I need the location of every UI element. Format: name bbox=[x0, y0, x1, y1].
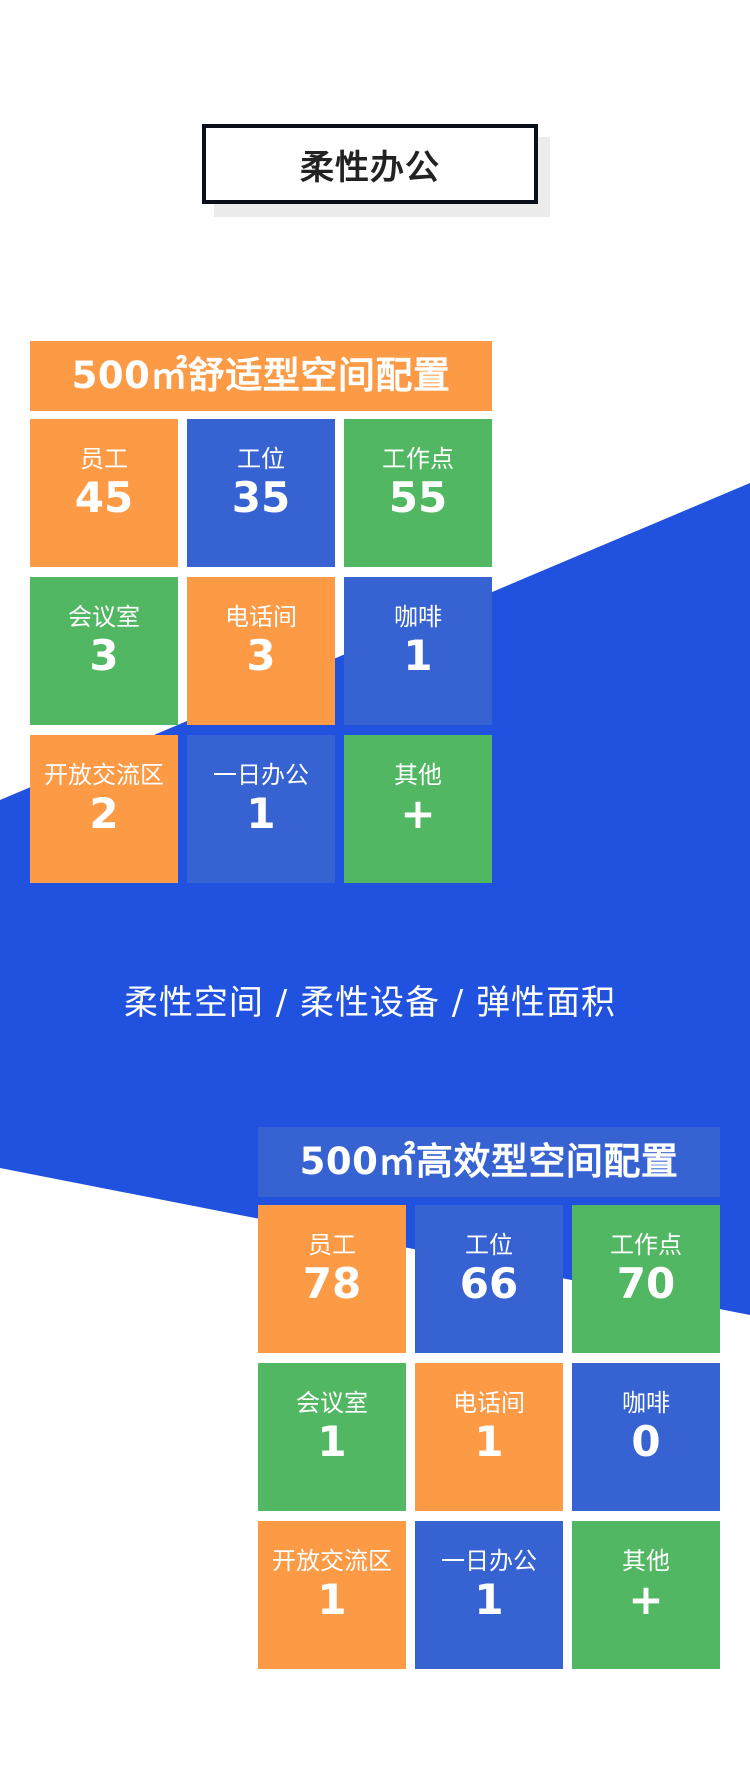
stat-tile: 一日办公 1 bbox=[415, 1521, 563, 1669]
comfort-config-panel: 500㎡舒适型空间配置 员工 45 工位 35 工作点 55 会议室 3 电话间 3 咖啡 1 开放交流… bbox=[30, 341, 492, 883]
tile-value: 1 bbox=[317, 1575, 347, 1624]
tile-value: 55 bbox=[388, 473, 448, 522]
tile-label: 会议室 bbox=[296, 1389, 368, 1417]
tile-label: 电话间 bbox=[225, 603, 297, 631]
stat-tile: 一日办公 1 bbox=[187, 735, 335, 883]
stat-tile: 咖啡 0 bbox=[572, 1363, 720, 1511]
tile-value: 66 bbox=[459, 1259, 519, 1308]
panel-header: 500㎡舒适型空间配置 bbox=[30, 341, 492, 411]
stat-tile: 工位 35 bbox=[187, 419, 335, 567]
tile-value: 1 bbox=[474, 1575, 504, 1624]
stat-tile: 工作点 55 bbox=[344, 419, 492, 567]
tile-value: 3 bbox=[89, 631, 119, 680]
tile-value: + bbox=[628, 1575, 664, 1624]
tile-label: 其他 bbox=[622, 1547, 670, 1575]
tile-value: 3 bbox=[246, 631, 276, 680]
tile-value: 70 bbox=[616, 1259, 676, 1308]
stat-tile: 电话间 3 bbox=[187, 577, 335, 725]
stat-tile: 员工 78 bbox=[258, 1205, 406, 1353]
efficient-config-panel: 500㎡高效型空间配置 员工 78 工位 66 工作点 70 会议室 1 电话间 1 咖啡 0 开放交流… bbox=[258, 1127, 720, 1669]
tile-value: + bbox=[400, 789, 436, 838]
tile-label: 其他 bbox=[394, 761, 442, 789]
tile-value: 45 bbox=[74, 473, 134, 522]
panel-header: 500㎡高效型空间配置 bbox=[258, 1127, 720, 1197]
tile-label: 开放交流区 bbox=[44, 761, 164, 789]
stat-tile: 会议室 1 bbox=[258, 1363, 406, 1511]
tile-label: 员工 bbox=[80, 445, 128, 473]
stat-tile: 会议室 3 bbox=[30, 577, 178, 725]
tile-label: 咖啡 bbox=[394, 603, 442, 631]
tile-label: 工作点 bbox=[610, 1231, 682, 1259]
tile-label: 工作点 bbox=[382, 445, 454, 473]
tile-label: 一日办公 bbox=[213, 761, 309, 789]
stat-tile: 工作点 70 bbox=[572, 1205, 720, 1353]
stat-tile: 开放交流区 2 bbox=[30, 735, 178, 883]
stat-tile: 其他 + bbox=[572, 1521, 720, 1669]
tagline: 柔性空间 / 柔性设备 / 弹性面积 bbox=[123, 983, 617, 1023]
tile-label: 开放交流区 bbox=[272, 1547, 392, 1575]
tile-value: 0 bbox=[631, 1417, 661, 1466]
page-title: 柔性办公 bbox=[202, 124, 538, 204]
stat-tile: 员工 45 bbox=[30, 419, 178, 567]
tile-label: 会议室 bbox=[68, 603, 140, 631]
tile-label: 一日办公 bbox=[441, 1547, 537, 1575]
tile-label: 咖啡 bbox=[622, 1389, 670, 1417]
tile-value: 1 bbox=[317, 1417, 347, 1466]
tile-label: 工位 bbox=[237, 445, 285, 473]
tile-label: 电话间 bbox=[453, 1389, 525, 1417]
tile-value: 1 bbox=[474, 1417, 504, 1466]
stat-tile: 咖啡 1 bbox=[344, 577, 492, 725]
stat-tile: 开放交流区 1 bbox=[258, 1521, 406, 1669]
stat-tile: 电话间 1 bbox=[415, 1363, 563, 1511]
title-card: 柔性办公 bbox=[202, 124, 550, 217]
tile-value: 2 bbox=[89, 789, 119, 838]
tile-value: 78 bbox=[302, 1259, 362, 1308]
tile-label: 员工 bbox=[308, 1231, 356, 1259]
stat-tile: 其他 + bbox=[344, 735, 492, 883]
stat-tile: 工位 66 bbox=[415, 1205, 563, 1353]
tile-value: 35 bbox=[231, 473, 291, 522]
tile-value: 1 bbox=[246, 789, 276, 838]
tile-value: 1 bbox=[403, 631, 433, 680]
tile-label: 工位 bbox=[465, 1231, 513, 1259]
